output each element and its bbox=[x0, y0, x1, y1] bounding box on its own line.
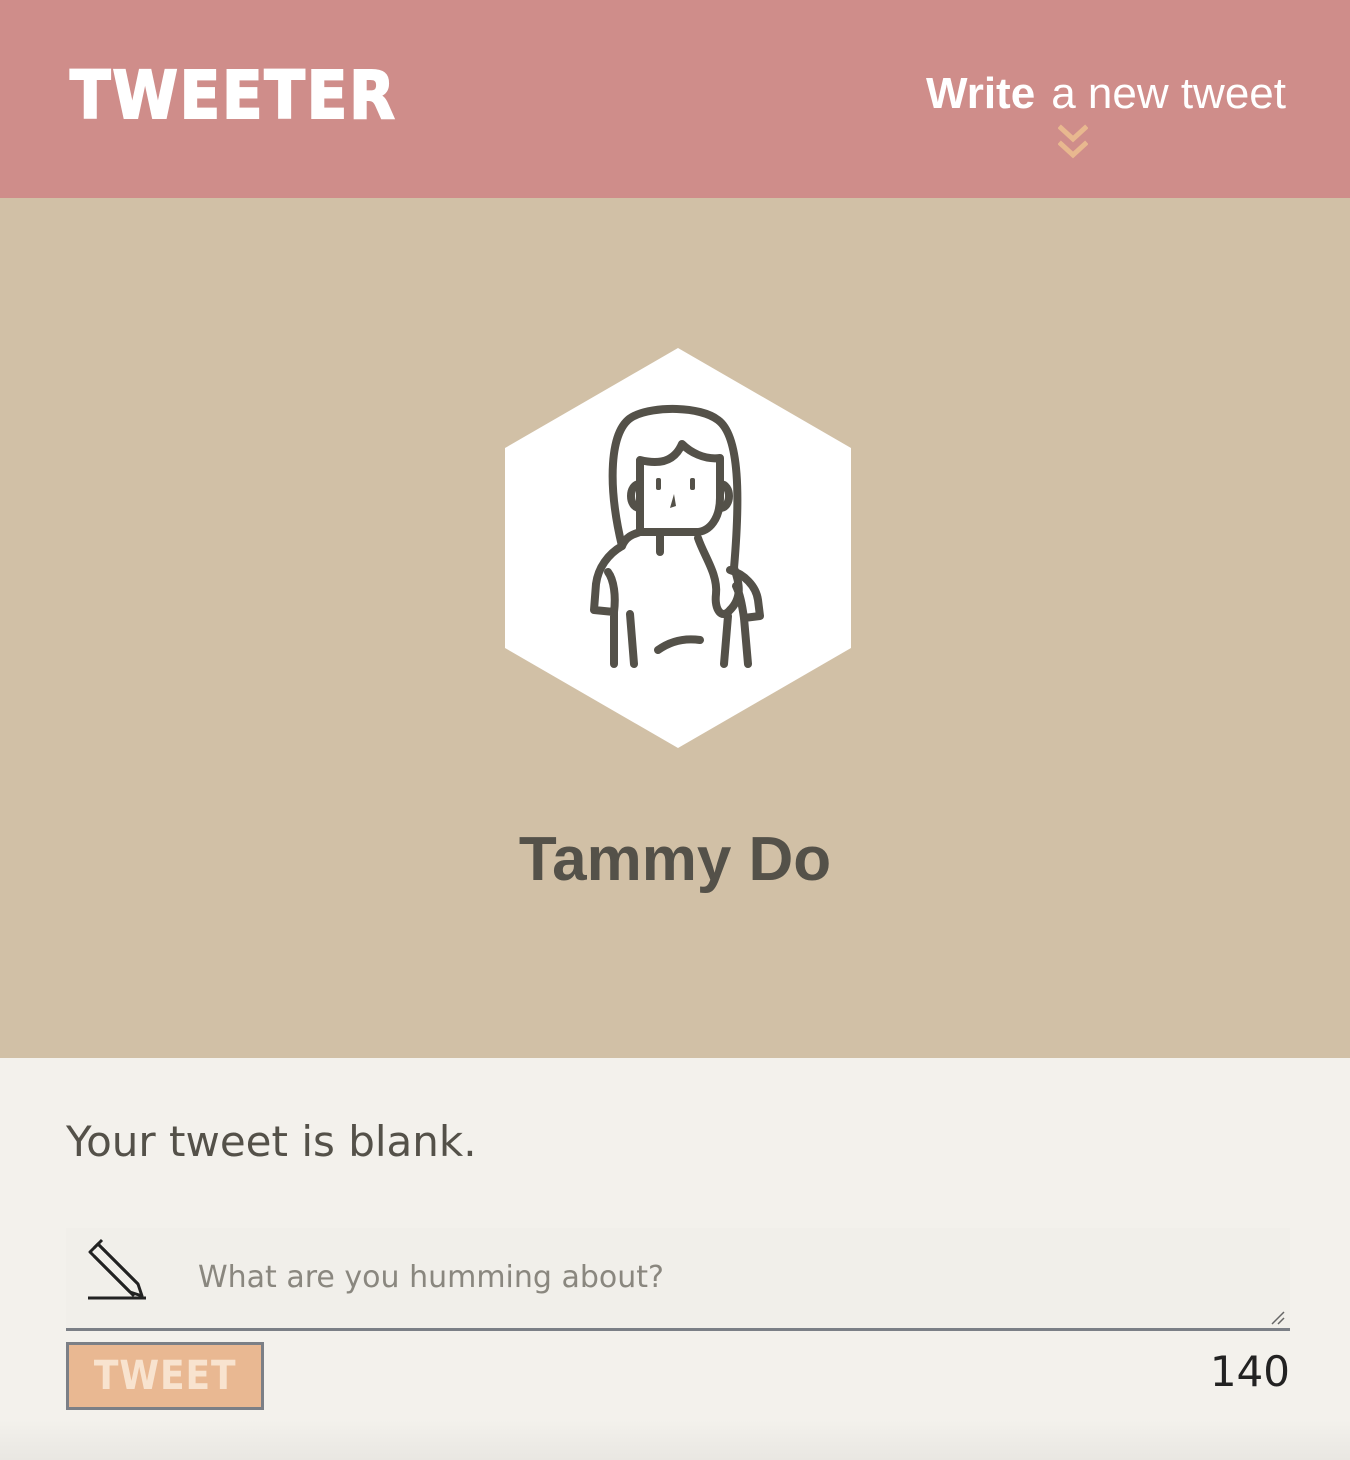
compose-label-rest: a new tweet bbox=[1051, 69, 1286, 118]
tweet-submit-button[interactable]: TWEET bbox=[66, 1342, 264, 1410]
pencil-icon bbox=[88, 1238, 146, 1300]
page-bottom bbox=[0, 1420, 1350, 1460]
tweet-submit-label: TWEET bbox=[93, 1353, 237, 1399]
character-counter: 140 bbox=[1209, 1347, 1290, 1396]
profile-name: Tammy Do bbox=[518, 825, 832, 894]
top-navbar: TWEETER Write a new tweet bbox=[0, 0, 1350, 198]
person-avatar-icon bbox=[505, 348, 851, 748]
compose-label-bold: Write bbox=[925, 69, 1036, 118]
resize-handle-icon[interactable] bbox=[1270, 1310, 1286, 1326]
tweet-compose-box bbox=[66, 1228, 1290, 1331]
app-logo: TWEETER bbox=[69, 57, 397, 135]
tweet-text-input[interactable] bbox=[198, 1256, 1248, 1306]
double-chevron-down-icon[interactable] bbox=[1058, 124, 1088, 162]
write-new-tweet-label[interactable]: Write a new tweet bbox=[906, 62, 1286, 126]
error-message: Your tweet is blank. bbox=[66, 1117, 477, 1166]
profile-header: Tammy Do bbox=[0, 198, 1350, 1058]
write-new-tweet-toggle[interactable]: Write a new tweet bbox=[906, 62, 1286, 172]
